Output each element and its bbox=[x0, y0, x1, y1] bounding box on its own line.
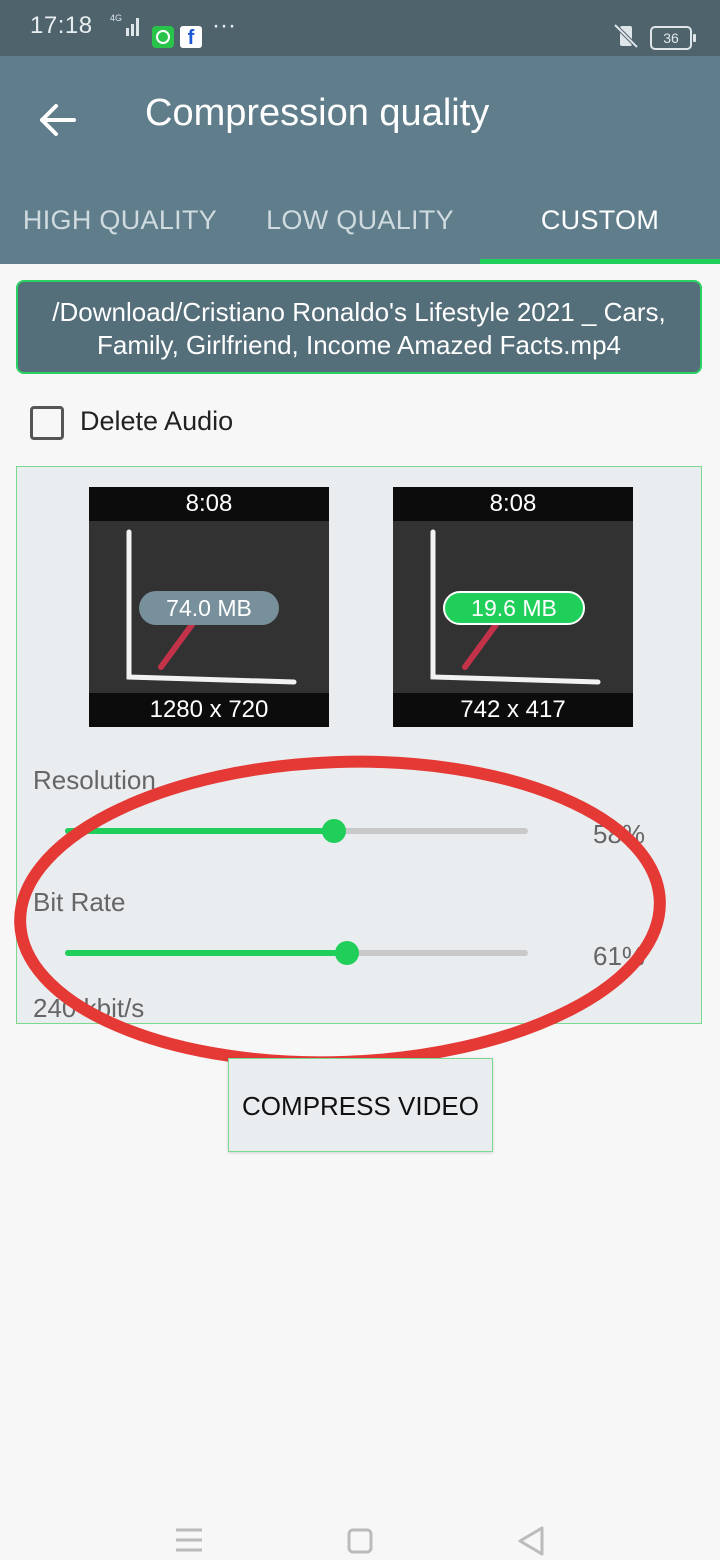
file-path: /Download/Cristiano Ronaldo's Lifestyle … bbox=[16, 280, 702, 374]
compressed-video-thumbnail: 8:08 19.6 MB 742 x 417 bbox=[393, 487, 633, 727]
resolution-label: Resolution bbox=[33, 765, 156, 795]
compress-video-button[interactable]: COMPRESS VIDEO bbox=[228, 1058, 493, 1152]
compressed-size-badge: 19.6 MB bbox=[443, 591, 585, 625]
compressed-duration: 8:08 bbox=[393, 487, 633, 521]
original-size-badge: 74.0 MB bbox=[139, 591, 279, 625]
page-title: Compression quality bbox=[145, 92, 490, 134]
tab-custom[interactable]: CUSTOM bbox=[480, 176, 720, 264]
compression-panel: 8:08 74.0 MB 1280 x 720 8:08 19.6 MB 742… bbox=[16, 466, 702, 1024]
status-time: 17:18 bbox=[30, 12, 93, 39]
resolution-slider-fill bbox=[65, 828, 334, 834]
quality-tabs: HIGH QUALITY LOW QUALITY CUSTOM bbox=[0, 176, 720, 264]
battery-icon: 36 bbox=[650, 26, 696, 50]
compressed-resolution: 742 x 417 bbox=[393, 693, 633, 727]
app-bar: Compression quality HIGH QUALITY LOW QUA… bbox=[0, 56, 720, 264]
signal-icon: 4G bbox=[110, 13, 139, 36]
original-duration: 8:08 bbox=[89, 487, 329, 521]
bitrate-label: Bit Rate bbox=[33, 887, 126, 917]
delete-audio-checkbox[interactable] bbox=[30, 406, 64, 440]
home-icon[interactable] bbox=[347, 1528, 373, 1554]
tab-low-quality[interactable]: LOW QUALITY bbox=[240, 176, 480, 264]
delete-audio-label[interactable]: Delete Audio bbox=[80, 406, 233, 437]
original-video-thumbnail: 8:08 74.0 MB 1280 x 720 bbox=[89, 487, 329, 727]
original-resolution: 1280 x 720 bbox=[89, 693, 329, 727]
resolution-slider-thumb[interactable] bbox=[322, 819, 346, 843]
back-arrow-icon[interactable] bbox=[30, 92, 86, 148]
system-nav-bar bbox=[176, 1526, 544, 1556]
nav-back-icon[interactable] bbox=[518, 1526, 544, 1556]
facebook-icon: f bbox=[180, 26, 202, 49]
bitrate-slider-fill bbox=[65, 950, 347, 956]
more-icon: ··· bbox=[212, 12, 236, 39]
recent-apps-icon[interactable] bbox=[176, 1528, 202, 1552]
tab-high-quality[interactable]: HIGH QUALITY bbox=[0, 176, 240, 264]
vibrate-mute-icon bbox=[613, 23, 639, 49]
status-bar: 17:18 4G f ··· 36 bbox=[0, 0, 720, 56]
whatsapp-icon bbox=[152, 26, 174, 48]
network-type-label: 4G bbox=[110, 13, 122, 23]
bitrate-slider-thumb[interactable] bbox=[335, 941, 359, 965]
bitrate-percent: 61% bbox=[593, 941, 646, 971]
resolution-percent: 58% bbox=[593, 819, 646, 849]
bitrate-value: 240 kbit/s bbox=[33, 993, 145, 1023]
